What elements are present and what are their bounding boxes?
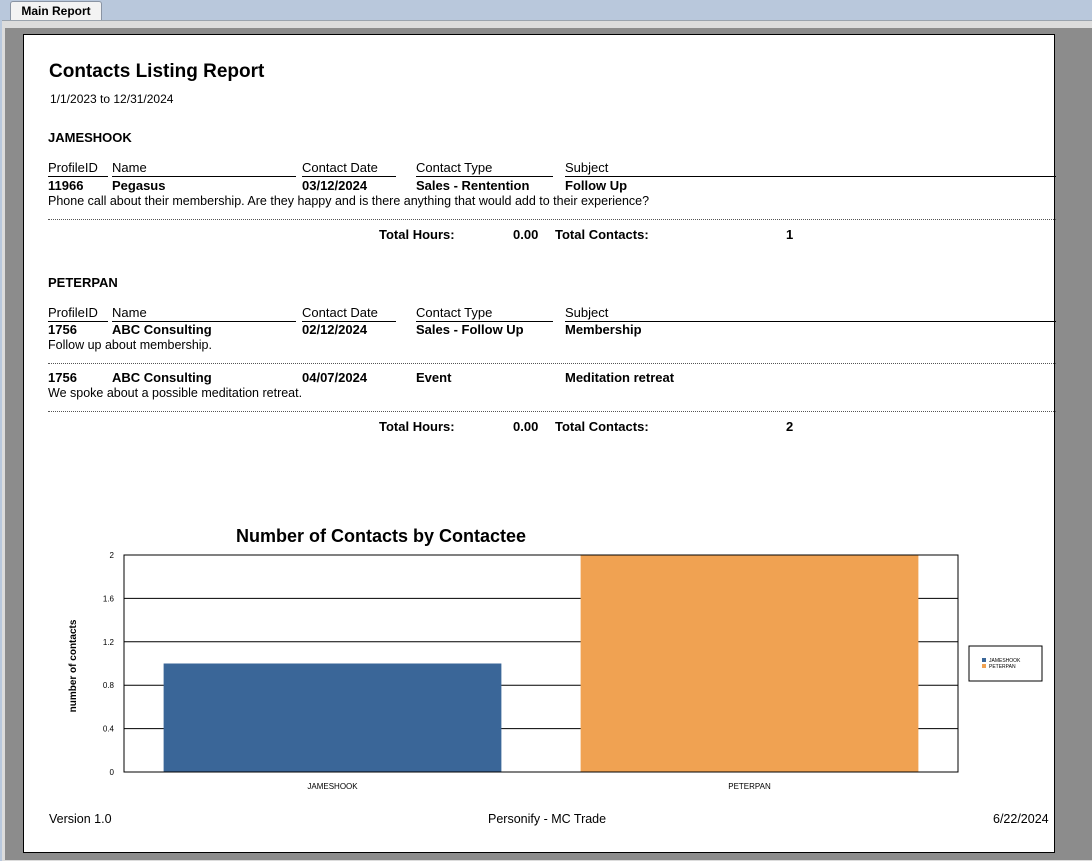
footer-date: 6/22/2024 bbox=[993, 812, 1049, 826]
cell-subject: Membership bbox=[565, 322, 642, 337]
chart-bars bbox=[163, 555, 919, 772]
chart-y-tick-label: 0.8 bbox=[103, 681, 115, 690]
col-header-name: Name bbox=[112, 305, 296, 322]
cell-contact-date: 02/12/2024 bbox=[302, 322, 368, 337]
total-hours-label: Total Hours: bbox=[379, 227, 455, 242]
legend-swatch-jameshook bbox=[982, 658, 986, 662]
cell-name: Pegasus bbox=[112, 178, 166, 193]
record-note: Phone call about their membership. Are t… bbox=[48, 194, 650, 208]
chart-y-tick-label: 1.2 bbox=[103, 638, 115, 647]
record-separator bbox=[48, 363, 1056, 364]
cell-contact-type: Sales - Rentention bbox=[416, 178, 530, 193]
total-contacts-value: 1 bbox=[786, 227, 794, 242]
footer-center-text: Personify - MC Trade bbox=[488, 812, 607, 826]
chart-bar-peterpan bbox=[580, 555, 919, 772]
cell-profileid: 1756 bbox=[48, 322, 77, 337]
record-note: Follow up about membership. bbox=[48, 338, 212, 352]
group-header: JAMESHOOK bbox=[48, 130, 132, 145]
legend-entry: PETERPAN bbox=[989, 664, 1016, 670]
record-separator bbox=[48, 219, 1056, 220]
footer-version: Version 1.0 bbox=[49, 812, 112, 826]
col-header-contact-type: Contact Type bbox=[416, 160, 553, 177]
cell-name: ABC Consulting bbox=[112, 322, 212, 337]
record-note: We spoke about a possible meditation ret… bbox=[48, 386, 303, 400]
col-header-contact-date: Contact Date bbox=[302, 305, 396, 322]
chart-legend: JAMESHOOK PETERPAN bbox=[968, 645, 1043, 682]
total-hours-value: 0.00 bbox=[513, 419, 539, 434]
total-contacts-value: 2 bbox=[786, 419, 794, 434]
record-separator bbox=[48, 411, 1056, 412]
contacts-bar-chart: Number of Contacts by Contactee number o… bbox=[68, 526, 1043, 791]
chart-y-ticks: 0 0.4 0.8 1.2 1.6 2 bbox=[103, 551, 115, 777]
chart-x-tick-label: PETERPAN bbox=[728, 782, 771, 791]
col-header-profileid: ProfileID bbox=[48, 160, 108, 177]
total-hours-value: 0.00 bbox=[513, 227, 539, 242]
report-page: Contacts Listing Report 1/1/2023 to 12/3… bbox=[23, 34, 1056, 853]
col-header-contact-type: Contact Type bbox=[416, 305, 553, 322]
chart-y-tick-label: 2 bbox=[110, 551, 115, 560]
cell-contact-type: Sales - Follow Up bbox=[416, 322, 524, 337]
legend-swatch-peterpan bbox=[982, 664, 986, 668]
col-header-subject: Subject bbox=[565, 160, 1056, 177]
chart-x-ticks: JAMESHOOK PETERPAN bbox=[307, 782, 771, 791]
chart-y-tick-label: 1.6 bbox=[103, 594, 115, 603]
report-date-range: 1/1/2023 to 12/31/2024 bbox=[50, 92, 174, 106]
tab-main-report[interactable]: Main Report bbox=[10, 1, 102, 20]
chart-y-tick-label: 0.4 bbox=[103, 725, 115, 734]
cell-profileid: 11966 bbox=[48, 178, 84, 193]
cell-contact-type: Event bbox=[416, 370, 452, 385]
cell-subject: Follow Up bbox=[565, 178, 628, 193]
total-hours-label: Total Hours: bbox=[379, 419, 455, 434]
col-header-profileid: ProfileID bbox=[48, 305, 108, 322]
chart-bar-jameshook bbox=[163, 663, 502, 772]
total-contacts-label: Total Contacts: bbox=[555, 227, 649, 242]
chart-title: Number of Contacts by Contactee bbox=[236, 526, 526, 546]
cell-profileid: 1756 bbox=[48, 370, 77, 385]
chart-x-tick-label: JAMESHOOK bbox=[307, 782, 358, 791]
col-header-contact-date: Contact Date bbox=[302, 160, 396, 177]
chart-y-tick-label: 0 bbox=[110, 768, 115, 777]
cell-contact-date: 03/12/2024 bbox=[302, 178, 368, 193]
col-header-name: Name bbox=[112, 160, 296, 177]
report-title: Contacts Listing Report bbox=[49, 61, 265, 82]
chart-y-axis-label: number of contacts bbox=[68, 619, 79, 712]
cell-contact-date: 04/07/2024 bbox=[302, 370, 368, 385]
total-contacts-label: Total Contacts: bbox=[555, 419, 649, 434]
col-header-subject: Subject bbox=[565, 305, 1056, 322]
cell-name: ABC Consulting bbox=[112, 370, 212, 385]
group-header: PETERPAN bbox=[48, 275, 118, 290]
cell-subject: Meditation retreat bbox=[565, 370, 675, 385]
